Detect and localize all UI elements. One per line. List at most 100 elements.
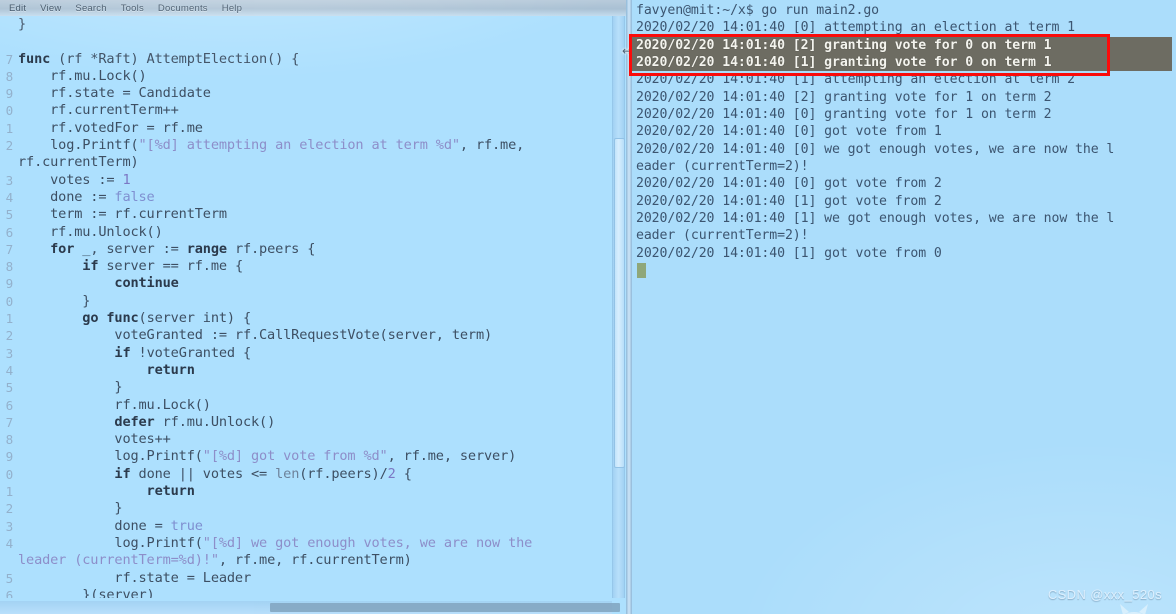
code-line-text: rf.mu.Lock() — [18, 67, 147, 84]
code-line-text: func (rf *Raft) AttemptElection() { — [18, 50, 300, 67]
code-line[interactable]: 6 rf.mu.Lock() — [0, 397, 612, 414]
code-line[interactable]: leader (currentTerm=%d)!", rf.me, rf.cur… — [0, 552, 612, 569]
code-line[interactable]: 8 if server == rf.me { — [0, 258, 612, 275]
code-line[interactable]: 3 done = true — [0, 518, 612, 535]
code-line[interactable]: 5 term := rf.currentTerm — [0, 206, 612, 223]
line-number: 2 — [5, 138, 14, 154]
code-line-text: log.Printf("[%d] attempting an election … — [18, 137, 525, 154]
menu-item-documents[interactable]: Documents — [151, 3, 215, 14]
terminal-line: eader (currentTerm=2)! — [636, 159, 809, 175]
code-line[interactable]: 4 done := false — [0, 189, 612, 206]
code-line[interactable]: 1 rf.votedFor = rf.me — [0, 120, 612, 137]
text-editor-pane: Edit View Search Tools Documents Help } 7… — [0, 0, 631, 614]
code-line[interactable]: 7 func (rf *Raft) AttemptElection() { — [0, 51, 612, 68]
code-line-text: leader (currentTerm=%d)!", rf.me, rf.cur… — [18, 552, 412, 569]
csdn-watermark: CSDN @xxx_520s — [1047, 587, 1162, 602]
terminal-line: favyen@mit:~/x$ go run main2.go — [636, 3, 880, 18]
code-line-text: done := false — [18, 188, 155, 205]
line-number: 9 — [5, 276, 14, 292]
code-line[interactable]: 8 rf.mu.Lock() — [0, 68, 612, 85]
terminal-line: 2020/02/20 14:01:40 [1] got vote from 2 — [636, 193, 942, 209]
code-line[interactable]: 3 if !voteGranted { — [0, 345, 612, 362]
line-number: 6 — [5, 397, 14, 413]
code-line[interactable] — [0, 33, 612, 50]
code-line[interactable]: 3 votes := 1 — [0, 172, 612, 189]
code-line-text: rf.mu.Unlock() — [18, 223, 163, 240]
editor-horizontal-scrollbar-thumb[interactable] — [270, 603, 620, 612]
terminal-line-selected: 2020/02/20 14:01:40 [1] granting vote fo… — [632, 54, 1172, 72]
code-line[interactable]: 1 go func(server int) { — [0, 310, 612, 327]
line-number: 6 — [5, 224, 14, 240]
code-line[interactable]: 1 return — [0, 483, 612, 500]
terminal-line-selected: 2020/02/20 14:01:40 [2] granting vote fo… — [632, 36, 1172, 55]
code-line[interactable]: 2 log.Printf("[%d] attempting an electio… — [0, 137, 612, 154]
editor-body[interactable]: } 7 func (rf *Raft) AttemptElection() {8 r… — [0, 16, 631, 614]
code-line-text: } — [18, 379, 123, 396]
code-line-text: log.Printf("[%d] got vote from %d", rf.m… — [18, 448, 517, 465]
line-number: 7 — [5, 241, 14, 257]
code-line-text: votes := 1 — [18, 171, 131, 188]
code-line[interactable]: 6 }(server) — [0, 587, 612, 598]
editor-vertical-scrollbar[interactable] — [612, 16, 625, 598]
menu-item-help[interactable]: Help — [215, 3, 249, 14]
terminal-line: 2020/02/20 14:01:40 [1] attempting an el… — [636, 72, 1076, 88]
line-number: 9 — [5, 86, 14, 102]
code-line[interactable]: 9 continue — [0, 275, 612, 292]
menu-item-search[interactable]: Search — [68, 3, 113, 14]
code-line[interactable]: 0 rf.currentTerm++ — [0, 102, 612, 119]
code-line-text: voteGranted := rf.CallRequestVote(server… — [18, 327, 493, 344]
code-line[interactable]: 2 voteGranted := rf.CallRequestVote(serv… — [0, 327, 612, 344]
line-number: 7 — [5, 51, 14, 67]
code-text-area[interactable]: } 7 func (rf *Raft) AttemptElection() {8 r… — [0, 16, 612, 598]
code-line-text: votes++ — [18, 431, 171, 448]
code-line[interactable]: 9 rf.state = Candidate — [0, 85, 612, 102]
code-line[interactable]: 4 log.Printf("[%d] we got enough votes, … — [0, 535, 612, 552]
menu-item-view[interactable]: View — [33, 3, 68, 14]
line-number: 4 — [5, 535, 14, 551]
code-line[interactable]: } — [0, 16, 612, 33]
code-line[interactable]: 0 } — [0, 293, 612, 310]
terminal-cursor — [637, 263, 646, 279]
code-line-text: go func(server int) { — [82, 310, 252, 327]
terminal-pane[interactable]: favyen@mit:~/x$ go run main2.go 2020/02/2… — [632, 0, 1176, 614]
code-line[interactable]: 7 for _, server := range rf.peers { — [0, 241, 612, 258]
code-line-text: done = true — [18, 517, 203, 534]
line-number: 9 — [5, 449, 14, 465]
editor-horizontal-scrollbar[interactable] — [0, 601, 620, 614]
terminal-line: 2020/02/20 14:01:40 [0] got vote from 2 — [636, 176, 942, 192]
line-number: 3 — [5, 172, 14, 188]
line-number: 1 — [5, 120, 14, 136]
menu-bar: Edit View Search Tools Documents Help — [0, 0, 631, 16]
code-line-text: } — [18, 16, 27, 32]
code-line-text: rf.state = Candidate — [18, 85, 211, 102]
line-number: 2 — [5, 501, 14, 517]
line-number: 8 — [5, 68, 14, 84]
code-line-text: rf.currentTerm++ — [18, 102, 179, 119]
code-line-text: term := rf.currentTerm — [18, 206, 227, 223]
terminal-line: 2020/02/20 14:01:40 [1] we got enough vo… — [636, 211, 1115, 227]
terminal-line: 2020/02/20 14:01:40 [0] got vote from 1 — [636, 124, 942, 140]
code-line[interactable]: 8 votes++ — [0, 431, 612, 448]
menu-item-edit[interactable]: Edit — [2, 3, 33, 14]
menu-item-tools[interactable]: Tools — [114, 3, 151, 14]
line-number: 7 — [5, 414, 14, 430]
code-line[interactable]: 7 defer rf.mu.Unlock() — [0, 414, 612, 431]
code-line-text: rf.currentTerm) — [18, 154, 139, 171]
code-line[interactable]: 6 rf.mu.Unlock() — [0, 224, 612, 241]
code-line-text: rf.votedFor = rf.me — [18, 119, 203, 136]
screen-capture: Edit View Search Tools Documents Help } 7… — [0, 0, 1176, 614]
code-line-text: for _, server := range rf.peers { — [50, 240, 316, 257]
code-line-text: log.Printf("[%d] we got enough votes, we… — [18, 534, 533, 551]
code-line[interactable]: 5 rf.state = Leader — [0, 570, 612, 587]
code-line[interactable]: 5 } — [0, 379, 612, 396]
code-line[interactable]: 9 log.Printf("[%d] got vote from %d", rf… — [0, 448, 612, 465]
line-number: 3 — [5, 518, 14, 534]
code-line-text: if done || votes <= len(rf.peers)/2 { — [114, 465, 412, 482]
code-line[interactable]: 0 if done || votes <= len(rf.peers)/2 { — [0, 466, 612, 483]
editor-vertical-scrollbar-thumb[interactable] — [614, 138, 625, 468]
code-line[interactable]: 2 } — [0, 500, 612, 517]
code-line[interactable]: 4 return — [0, 362, 612, 379]
code-line-text: }(server) — [18, 586, 155, 598]
code-line[interactable]: rf.currentTerm) — [0, 154, 612, 171]
code-line-text: rf.state = Leader — [18, 569, 251, 586]
